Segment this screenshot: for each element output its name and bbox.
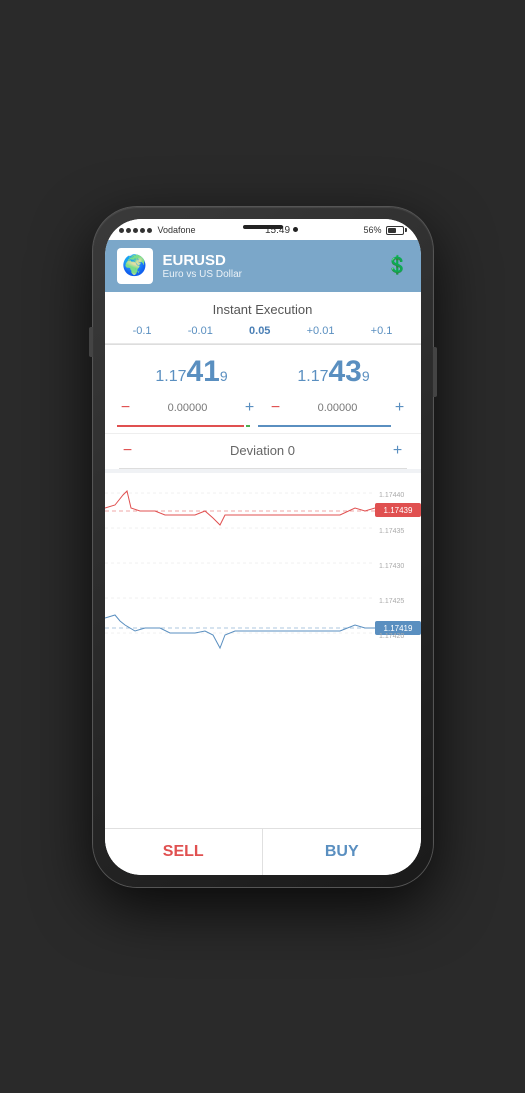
sell-input-group: − 0.00000 + — [117, 399, 259, 417]
action-bar: SELL BUY — [105, 828, 421, 875]
chart-area: 1.17439 1.17419 1.17440 1.17435 1.17430 … — [105, 473, 421, 828]
header-text: EURUSD Euro vs US Dollar — [163, 252, 377, 280]
buy-decrease-btn[interactable]: − — [267, 399, 285, 417]
currency-icon[interactable]: 💲 — [386, 255, 408, 276]
green-dot-underline — [246, 425, 250, 427]
deviation-value: 0 — [288, 443, 295, 458]
svg-text:1.17435: 1.17435 — [379, 528, 404, 535]
input-row: − 0.00000 + − 0.00000 + — [105, 395, 421, 425]
bid-prefix: 1.17 — [155, 368, 186, 386]
app-header: 🌍 EURUSD Euro vs US Dollar 💲 — [105, 240, 421, 292]
execution-title: Instant Execution — [105, 292, 421, 319]
sell-decrease-btn[interactable]: − — [117, 399, 135, 417]
bid-super: 9 — [220, 368, 228, 384]
status-right: 56% — [359, 225, 406, 235]
buy-input[interactable]: 0.00000 — [291, 402, 385, 414]
sell-increase-btn[interactable]: + — [241, 399, 259, 417]
adj-item-4[interactable]: +0.01 — [303, 323, 339, 339]
svg-text:1.17440: 1.17440 — [379, 492, 404, 499]
adj-item-5[interactable]: +0.1 — [367, 323, 397, 339]
buy-button[interactable]: BUY — [263, 829, 421, 875]
deviation-row: − Deviation 0 + — [105, 433, 421, 468]
svg-text:1.17439: 1.17439 — [383, 506, 412, 515]
bid-main: 41 — [186, 357, 219, 387]
currency-symbol: EURUSD — [163, 252, 377, 269]
sell-button[interactable]: SELL — [105, 829, 263, 875]
svg-text:1.17420: 1.17420 — [379, 633, 404, 640]
ask-main: 43 — [328, 357, 361, 387]
adj-item-3[interactable]: 0.05 — [245, 323, 274, 339]
carrier-label: Vodafone — [158, 225, 196, 235]
buy-input-group: − 0.00000 + — [267, 399, 409, 417]
deviation-label: Deviation 0 — [147, 443, 379, 458]
svg-text:1.17430: 1.17430 — [379, 563, 404, 570]
chart-container: 1.17439 1.17419 1.17440 1.17435 1.17430 … — [105, 473, 421, 673]
main-content: Instant Execution -0.1 -0.01 0.05 +0.01 … — [105, 292, 421, 875]
deviation-decrease-btn[interactable]: − — [119, 442, 137, 460]
battery-icon — [386, 226, 407, 235]
screen: Vodafone 15:49 56% — [105, 219, 421, 875]
sell-input[interactable]: 0.00000 — [141, 402, 235, 414]
svg-text:1.17425: 1.17425 — [379, 598, 404, 605]
input-underlines — [105, 425, 421, 433]
buy-increase-btn[interactable]: + — [391, 399, 409, 417]
currency-description: Euro vs US Dollar — [163, 269, 377, 280]
adj-item-1[interactable]: -0.1 — [129, 323, 156, 339]
status-bar: Vodafone 15:49 56% — [105, 219, 421, 240]
ask-price: 1.17 43 9 — [297, 357, 369, 387]
buy-underline — [258, 425, 391, 427]
status-left: Vodafone — [119, 225, 196, 235]
speaker — [243, 225, 283, 229]
svg-text:1.17419: 1.17419 — [383, 624, 412, 633]
prices-row: 1.17 41 9 1.17 43 9 — [105, 345, 421, 395]
sell-underline — [117, 425, 244, 427]
bid-price: 1.17 41 9 — [155, 357, 227, 387]
price-chart: 1.17439 1.17419 1.17440 1.17435 1.17430 … — [105, 473, 421, 673]
execution-card: Instant Execution -0.1 -0.01 0.05 +0.01 … — [105, 292, 421, 469]
deviation-underline — [119, 468, 407, 469]
adj-item-2[interactable]: -0.01 — [184, 323, 217, 339]
camera — [293, 227, 298, 232]
currency-logo: 🌍 — [117, 248, 153, 284]
signal-dots — [119, 228, 152, 233]
phone-inner: Vodafone 15:49 56% — [105, 219, 421, 875]
ask-super: 9 — [362, 368, 370, 384]
phone-frame: Vodafone 15:49 56% — [93, 207, 433, 887]
ask-prefix: 1.17 — [297, 368, 328, 386]
battery-percent: 56% — [363, 225, 381, 235]
price-adj-bar: -0.1 -0.01 0.05 +0.01 +0.1 — [105, 319, 421, 344]
deviation-increase-btn[interactable]: + — [389, 442, 407, 460]
